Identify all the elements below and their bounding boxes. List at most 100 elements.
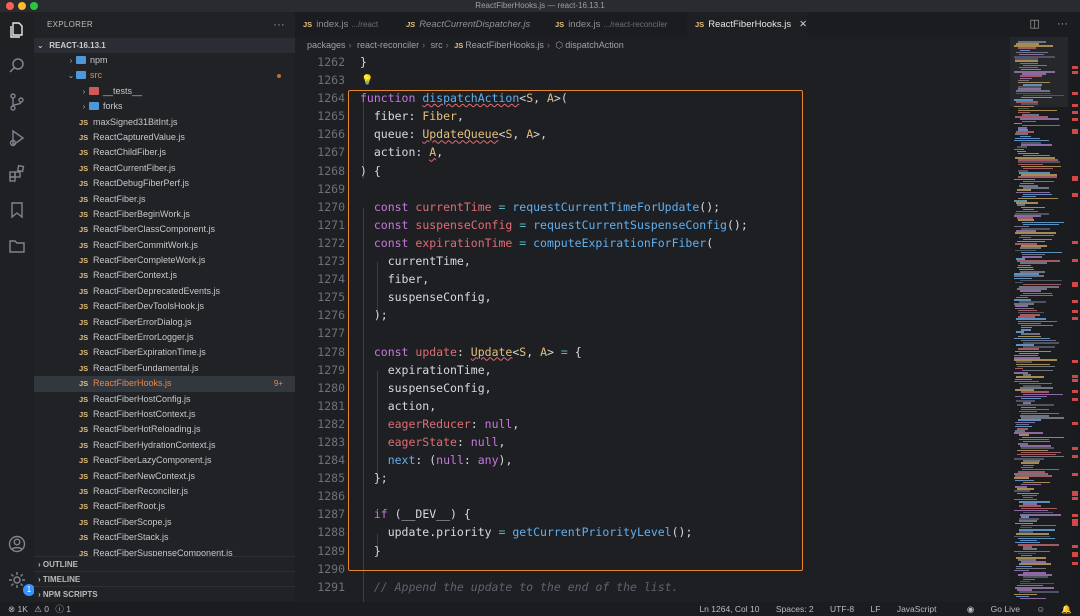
file-item[interactable]: JS ReactFiberBeginWork.js <box>34 207 295 222</box>
file-item[interactable]: JS ReactFiberErrorDialog.js <box>34 315 295 330</box>
encoding[interactable]: UTF-8 <box>830 604 854 614</box>
source-control-icon[interactable] <box>7 92 27 112</box>
code-line[interactable] <box>360 180 1010 198</box>
go-live-button[interactable]: ◉ Go Live <box>953 604 1020 614</box>
search-icon[interactable] <box>7 56 27 76</box>
code-lines[interactable]: } function dispatchAction<S, A>( fiber: … <box>360 53 1010 596</box>
file-item[interactable]: JS ReactFiberHostConfig.js <box>34 392 295 407</box>
file-item[interactable]: JS ReactFiberReconciler.js <box>34 484 295 499</box>
code-line[interactable] <box>360 324 1010 342</box>
npm-scripts-panel[interactable]: › NPM SCRIPTS <box>34 586 295 601</box>
code-line[interactable]: const currentTime = requestCurrentTimeFo… <box>360 198 1010 216</box>
code-line[interactable]: fiber, <box>360 270 1010 288</box>
code-line[interactable]: fiber: Fiber, <box>360 107 1010 125</box>
code-line[interactable]: ); <box>360 306 1010 324</box>
folder-item[interactable]: › __tests__ <box>34 84 295 99</box>
notifications-icon[interactable]: 🔔 <box>1061 604 1072 614</box>
code-line[interactable] <box>360 487 1010 505</box>
code-line[interactable]: eagerState: null, <box>360 433 1010 451</box>
file-item[interactable]: JS ReactFiberContext.js <box>34 268 295 283</box>
file-item[interactable]: JS ReactFiberHotReloading.js <box>34 422 295 437</box>
breadcrumb-item[interactable]: packages <box>307 40 346 50</box>
lightbulb-icon[interactable]: 💡 <box>361 75 373 86</box>
file-item[interactable]: JS ReactFiber.js <box>34 192 295 207</box>
code-line[interactable]: suspenseConfig, <box>360 379 1010 397</box>
code-line[interactable]: function dispatchAction<S, A>( <box>360 89 1010 107</box>
more-actions-icon[interactable]: ··· <box>273 12 285 38</box>
tab-index-react-reconciler[interactable]: JS index.js .../react-reconciler <box>547 12 682 37</box>
file-item[interactable]: JS ReactFiberHydrationContext.js <box>34 438 295 453</box>
file-item[interactable]: JS ReactFiberScope.js <box>34 515 295 530</box>
code-line[interactable]: action, <box>360 397 1010 415</box>
folder-item[interactable]: › npm <box>34 53 295 68</box>
tab-react-current-dispatcher[interactable]: JS ReactCurrentDispatcher.js <box>398 12 543 37</box>
code-line[interactable]: } <box>360 542 1010 560</box>
code-line[interactable]: } <box>360 53 1010 71</box>
file-item[interactable]: JS ReactFiberCommitWork.js <box>34 238 295 253</box>
code-line[interactable]: action: A, <box>360 143 1010 161</box>
file-item[interactable]: JS ReactFiberRoot.js <box>34 499 295 514</box>
code-line[interactable] <box>360 560 1010 578</box>
breadcrumb-item[interactable]: ReactFiberHooks.js <box>465 40 544 50</box>
end-of-line[interactable]: LF <box>871 604 881 614</box>
extensions-icon[interactable] <box>7 164 27 184</box>
minimap[interactable] <box>1010 37 1080 602</box>
code-line[interactable] <box>360 71 1010 89</box>
code-editor[interactable]: 1262 1263 1264 1265 1266 1267 1268 1269 1270 1271… <box>295 53 1010 602</box>
folder-icon[interactable] <box>7 236 27 256</box>
indentation[interactable]: Spaces: 2 <box>776 604 814 614</box>
bookmark-icon[interactable] <box>7 200 27 220</box>
file-item[interactable]: JS ReactFiberLazyComponent.js <box>34 453 295 468</box>
split-editor-icon[interactable]: ◫ <box>1030 18 1040 30</box>
code-line[interactable]: next: (null: any), <box>360 451 1010 469</box>
file-item[interactable]: JS ReactCapturedValue.js <box>34 130 295 145</box>
file-item[interactable]: JS maxSigned31BitInt.js <box>34 115 295 130</box>
folder-item[interactable]: ⌄ src <box>34 68 295 83</box>
file-item[interactable]: JS ReactFiberStack.js <box>34 530 295 545</box>
cursor-position[interactable]: Ln 1264, Col 10 <box>699 604 759 614</box>
close-tab-icon[interactable]: ✕ <box>799 19 807 30</box>
file-item[interactable]: JS ReactFiberCompleteWork.js <box>34 253 295 268</box>
tab-index-react[interactable]: JS index.js .../react <box>295 12 395 37</box>
code-line[interactable]: suspenseConfig, <box>360 288 1010 306</box>
folder-item[interactable]: › forks <box>34 99 295 114</box>
code-line[interactable]: if (__DEV__) { <box>360 505 1010 523</box>
settings-gear-icon[interactable]: 1 <box>7 570 35 596</box>
code-line[interactable]: // Append the update to the end of the l… <box>360 578 1010 596</box>
language-mode[interactable]: JavaScript <box>897 604 937 614</box>
outline-panel[interactable]: › OUTLINE <box>34 556 295 571</box>
more-actions-icon[interactable]: ··· <box>1057 18 1068 30</box>
code-line[interactable]: expirationTime, <box>360 361 1010 379</box>
file-item[interactable]: JS ReactFiberHostContext.js <box>34 407 295 422</box>
code-line[interactable]: update.priority = getCurrentPriorityLeve… <box>360 523 1010 541</box>
run-debug-icon[interactable] <box>7 128 27 148</box>
code-line[interactable]: const suspenseConfig = requestCurrentSus… <box>360 216 1010 234</box>
breadcrumb-item[interactable]: dispatchAction <box>565 40 624 50</box>
code-line[interactable]: eagerReducer: null, <box>360 415 1010 433</box>
tab-react-fiber-hooks[interactable]: JS ReactFiberHooks.js ✕ <box>687 12 807 37</box>
code-line[interactable]: queue: UpdateQueue<S, A>, <box>360 125 1010 143</box>
timeline-panel[interactable]: › TIMELINE <box>34 571 295 586</box>
breadcrumb-item[interactable]: react-reconciler <box>357 40 419 50</box>
file-item[interactable]: JS ReactFiberExpirationTime.js <box>34 345 295 360</box>
file-item[interactable]: JS ReactFiberNewContext.js <box>34 469 295 484</box>
account-icon[interactable] <box>7 534 27 554</box>
file-item[interactable]: JS ReactFiberDevToolsHook.js <box>34 299 295 314</box>
file-item[interactable]: JS ReactChildFiber.js <box>34 145 295 160</box>
file-item[interactable]: JS ReactFiberClassComponent.js <box>34 222 295 237</box>
code-line[interactable]: currentTime, <box>360 252 1010 270</box>
file-item[interactable]: JS ReactFiberHooks.js 9+ <box>34 376 295 392</box>
code-line[interactable]: const expirationTime = computeExpiration… <box>360 234 1010 252</box>
project-root[interactable]: ⌄ REACT-16.13.1 <box>34 38 295 53</box>
code-line[interactable]: ) { <box>360 162 1010 180</box>
file-item[interactable]: JS ReactFiberErrorLogger.js <box>34 330 295 345</box>
breadcrumb-item[interactable]: src <box>431 40 443 50</box>
file-item[interactable]: JS ReactCurrentFiber.js <box>34 161 295 176</box>
file-item[interactable]: JS ReactFiberFundamental.js <box>34 361 295 376</box>
code-line[interactable]: const update: Update<S, A> = { <box>360 343 1010 361</box>
files-icon[interactable] <box>7 20 27 40</box>
problems-indicator[interactable]: ⊗ 1K ⚠ 0 ⓘ 1 <box>8 602 71 616</box>
file-item[interactable]: JS ReactFiberDeprecatedEvents.js <box>34 284 295 299</box>
feedback-icon[interactable]: ☺ <box>1036 604 1045 614</box>
code-line[interactable]: }; <box>360 469 1010 487</box>
